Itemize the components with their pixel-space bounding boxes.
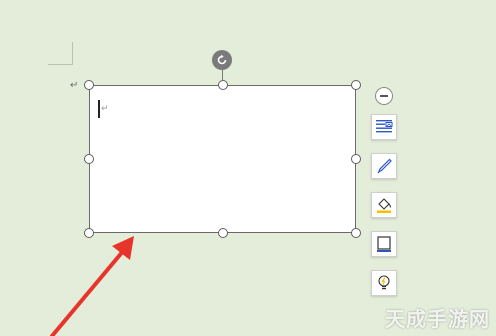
red-arrow-annotation — [50, 236, 134, 336]
watermark-logo: 天成手游网 — [385, 307, 490, 331]
